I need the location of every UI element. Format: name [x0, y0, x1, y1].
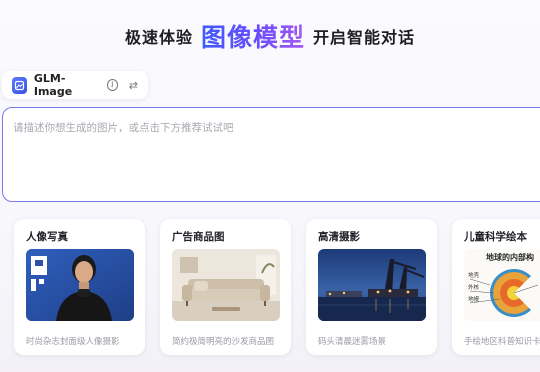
card-description: 码头清晨迷雾场景	[318, 337, 387, 347]
card-description: 时尚杂志封面级人像摄影	[26, 337, 120, 347]
illustration-label: 地幔	[468, 297, 480, 303]
model-name: GLM-Image	[33, 72, 73, 98]
example-card-science-book[interactable]: 儿童科学绘本 地球的内部构 地壳 外核 地幔 手绘地区科普知识卡	[452, 219, 540, 355]
sofa-product-photo	[172, 249, 280, 321]
card-title: 高清摄影	[318, 231, 360, 243]
illustration-label: 地壳	[468, 273, 480, 279]
illustration-label: 外核	[468, 285, 480, 291]
info-icon[interactable]: i	[107, 79, 118, 91]
example-card-photography[interactable]: 高清摄影 码头清晨迷雾场景	[306, 219, 437, 355]
prompt-input-container[interactable]	[2, 107, 540, 202]
card-title: 人像写真	[26, 231, 68, 243]
harbor-night-photo	[318, 249, 426, 321]
card-description: 手绘地区科普知识卡	[464, 337, 540, 347]
model-selector[interactable]: GLM-Image i ⇄	[2, 71, 148, 99]
prompt-input[interactable]	[13, 120, 539, 189]
switch-arrows-icon[interactable]: ⇄	[129, 79, 138, 92]
portrait-photo	[26, 249, 134, 321]
model-logo-icon	[12, 76, 27, 94]
card-title: 儿童科学绘本	[464, 231, 527, 243]
headline-suffix: 开启智能对话	[313, 28, 416, 47]
earth-interior-illustration: 地球的内部构 地壳 外核 地幔	[464, 249, 540, 321]
example-card-portrait[interactable]: 人像写真 时尚杂志封面级人像摄影	[14, 219, 145, 355]
headline: 极速体验 图像模型 开启智能对话	[0, 18, 540, 54]
headline-accent: 图像模型	[201, 18, 305, 54]
headline-prefix: 极速体验	[124, 28, 193, 47]
card-description: 简约极简明亮的沙发商品图	[172, 337, 275, 347]
card-title: 广告商品图	[172, 231, 225, 243]
example-card-product[interactable]: 广告商品图 简约极简明亮的沙发商品图	[160, 219, 291, 355]
